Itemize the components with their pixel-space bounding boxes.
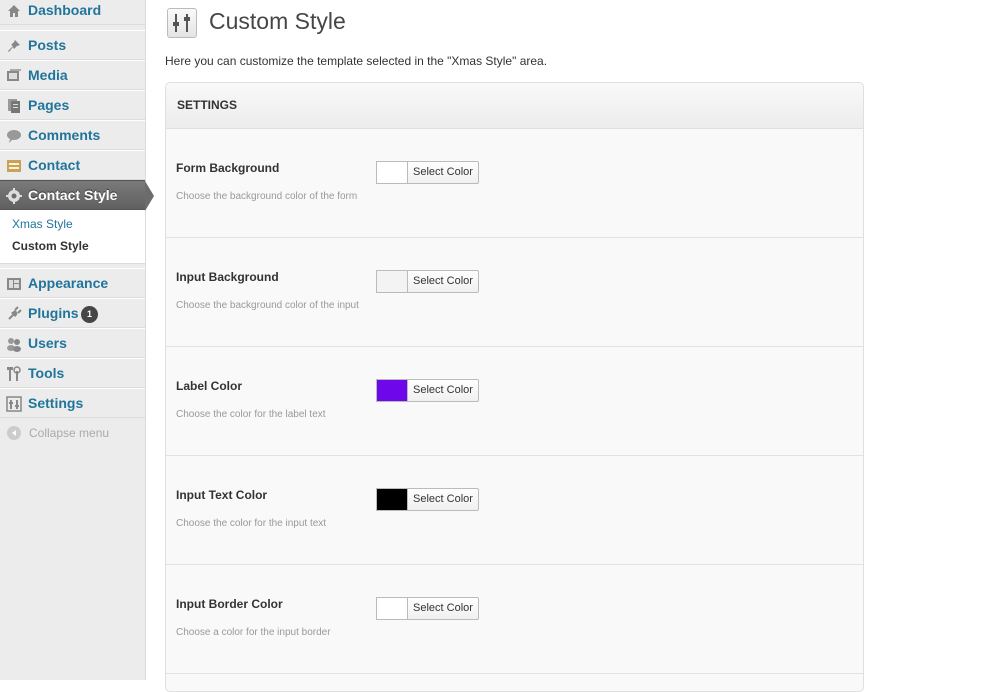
- sidebar-item-contact-style[interactable]: Contact Style: [0, 180, 154, 211]
- sidebar-item-media[interactable]: Media: [0, 60, 145, 90]
- sidebar-item-label: Posts: [28, 37, 67, 53]
- setting-label: Label Color: [176, 379, 243, 393]
- dashboard-icon: [6, 3, 22, 19]
- collapse-arrow-icon: [7, 426, 21, 440]
- sidebar-item-label: Settings: [28, 395, 84, 411]
- setting-row-input-text-color: Input Text Color Choose the color for th…: [166, 456, 863, 565]
- settings-panel: SETTINGS Form Background Choose the back…: [165, 82, 864, 692]
- select-color-button[interactable]: Select Color: [407, 270, 479, 293]
- sidebar-item-label: Contact Style: [28, 187, 118, 203]
- setting-description: Choose the background color of the input: [176, 300, 359, 311]
- setting-label: Input Text Color: [176, 488, 268, 502]
- settings-header: SETTINGS: [166, 83, 863, 129]
- collapse-menu-label: Collapse menu: [29, 426, 110, 440]
- sidebar-item-dashboard[interactable]: Dashboard: [0, 0, 145, 25]
- setting-label: Input Border Color: [176, 597, 283, 611]
- sidebar-item-tools[interactable]: Tools: [0, 358, 145, 388]
- page-description: Here you can customize the template sele…: [165, 54, 548, 68]
- sidebar-item-pages[interactable]: Pages: [0, 90, 145, 120]
- collapse-menu-button[interactable]: Collapse menu: [0, 420, 145, 446]
- page-title: Custom Style: [209, 8, 346, 34]
- media-icon: [6, 68, 22, 84]
- setting-description: Choose a color for the input border: [176, 627, 331, 638]
- submenu-item-custom-style[interactable]: Custom Style: [12, 239, 89, 253]
- sidebar-item-label: Plugins: [28, 305, 79, 321]
- contact-icon: [6, 158, 22, 174]
- sidebar-item-posts[interactable]: Posts: [0, 30, 145, 60]
- custom-style-icon: [167, 8, 197, 38]
- settings-heading: SETTINGS: [177, 98, 238, 112]
- sidebar-item-label: Media: [28, 67, 68, 83]
- pages-icon: [6, 98, 22, 114]
- setting-description: Choose the background color of the form: [176, 191, 358, 202]
- sidebar-item-label: Dashboard: [28, 2, 102, 18]
- comments-icon: [6, 128, 22, 144]
- submenu-contact-style: Xmas Style Custom Style: [0, 210, 145, 264]
- select-color-button[interactable]: Select Color: [407, 379, 479, 402]
- setting-description: Choose the color for the input text: [176, 518, 327, 529]
- gear-icon: [6, 188, 22, 204]
- tools-icon: [6, 366, 22, 382]
- sidebar-item-comments[interactable]: Comments: [0, 120, 145, 150]
- setting-row-form-background: Form Background Choose the background co…: [166, 129, 863, 238]
- users-icon: [6, 336, 22, 352]
- setting-row-input-background: Input Background Choose the background c…: [166, 238, 863, 347]
- pin-icon: [6, 38, 22, 54]
- color-swatch[interactable]: [376, 597, 407, 620]
- sidebar-item-label: Pages: [28, 97, 70, 113]
- sidebar-item-label: Users: [28, 335, 67, 351]
- sidebar-item-settings[interactable]: Settings: [0, 388, 145, 418]
- setting-label: Input Background: [176, 270, 279, 284]
- sidebar-item-appearance[interactable]: Appearance: [0, 268, 145, 298]
- settings-icon: [6, 396, 22, 412]
- admin-sidebar: Dashboard Posts Media Pages Comments Con…: [0, 0, 154, 680]
- setting-description: Choose the color for the label text: [176, 409, 326, 420]
- color-swatch[interactable]: [376, 488, 407, 511]
- select-color-button[interactable]: Select Color: [407, 161, 479, 184]
- select-color-button[interactable]: Select Color: [407, 488, 479, 511]
- sidebar-item-contact[interactable]: Contact: [0, 150, 145, 180]
- setting-row-input-border-color: Input Border Color Choose a color for th…: [166, 565, 863, 674]
- update-count-badge: 1: [81, 306, 98, 323]
- sidebar-item-label: Tools: [28, 365, 65, 381]
- plug-icon: [6, 306, 22, 322]
- sidebar-item-users[interactable]: Users: [0, 328, 145, 358]
- color-swatch[interactable]: [376, 379, 407, 402]
- color-swatch[interactable]: [376, 270, 407, 293]
- sidebar-item-label: Comments: [28, 127, 101, 143]
- sidebar-item-label: Appearance: [28, 275, 109, 291]
- sidebar-item-label: Contact: [28, 157, 81, 173]
- main-content: Custom Style Here you can customize the …: [146, 0, 1000, 692]
- submenu-item-xmas-style[interactable]: Xmas Style: [12, 217, 73, 231]
- color-swatch[interactable]: [376, 161, 407, 184]
- select-color-button[interactable]: Select Color: [407, 597, 479, 620]
- sidebar-item-plugins[interactable]: Plugins 1: [0, 298, 145, 328]
- appearance-icon: [6, 276, 22, 292]
- setting-row-label-color: Label Color Choose the color for the lab…: [166, 347, 863, 456]
- setting-label: Form Background: [176, 161, 280, 175]
